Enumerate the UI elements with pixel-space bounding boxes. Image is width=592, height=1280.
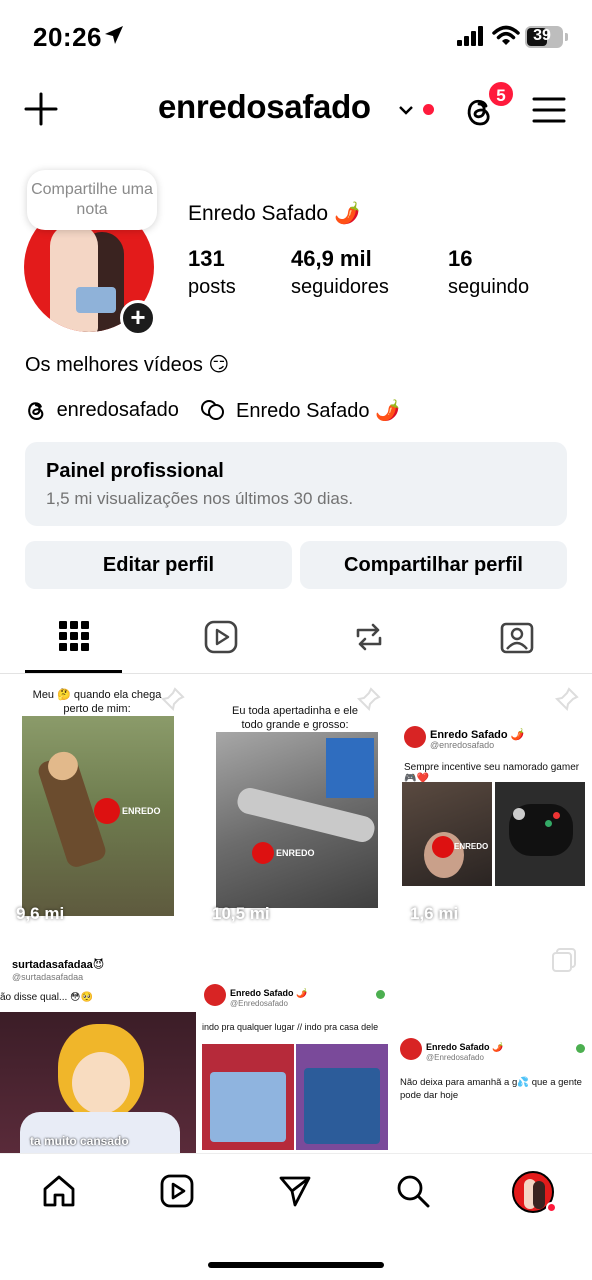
chevron-down-icon[interactable] [398, 104, 414, 116]
stat-followers[interactable]: 46,9 mil seguidores [291, 246, 389, 299]
post-thumbnail: ta muito cansado [0, 1012, 196, 1154]
threads-link-icon[interactable] [25, 399, 47, 423]
stat-posts[interactable]: 131 posts [188, 246, 236, 299]
view-count: 9,6 mi [16, 904, 65, 923]
messenger-link-icon[interactable] [200, 399, 226, 423]
create-plus-icon[interactable] [24, 92, 58, 126]
threads-link[interactable]: enredosafado [57, 399, 179, 422]
post-tile[interactable]: Enredo Safado 🌶️ @Enredosafado Não deixa… [396, 926, 592, 1154]
post-tile[interactable]: surtadasafadaa😈 @surtadasafadaa ão disse… [0, 926, 196, 1154]
view-count: 1,6 mi [410, 904, 459, 923]
reels-icon[interactable] [160, 1174, 194, 1208]
watermark-logo [94, 798, 120, 824]
home-indicator [208, 1262, 384, 1268]
author-avatar [404, 726, 426, 748]
professional-dashboard[interactable]: Painel profissional 1,5 mi visualizações… [25, 442, 567, 526]
tagged-icon[interactable] [500, 620, 534, 654]
location-arrow-icon [105, 26, 123, 44]
bottom-navigation [0, 1153, 592, 1280]
home-icon[interactable] [42, 1174, 76, 1208]
wifi-icon [492, 25, 520, 45]
dashboard-title: Painel profissional [46, 460, 224, 482]
direct-messages-icon[interactable] [278, 1174, 312, 1208]
stat-following[interactable]: 16 seguindo [448, 246, 529, 299]
watermark-logo [432, 836, 454, 858]
search-icon[interactable] [396, 1174, 430, 1208]
view-count: 10,5 mi [212, 904, 270, 923]
controller-image [495, 782, 585, 886]
status-bar: 20:26 39 [0, 0, 592, 72]
post-thumbnail: ENREDO [402, 782, 492, 886]
pin-icon [356, 687, 381, 712]
reels-icon[interactable] [204, 620, 238, 654]
battery-icon: 39 [525, 26, 563, 48]
multi-post-icon [552, 948, 576, 972]
pin-icon [554, 687, 579, 712]
profile-notification-dot [546, 1202, 557, 1213]
status-dot [576, 1044, 585, 1053]
edit-profile-button[interactable]: Editar perfil [25, 541, 292, 589]
author-avatar [400, 1038, 422, 1060]
post-thumbnail: ENREDO [22, 716, 174, 916]
add-story-plus-icon[interactable]: + [120, 300, 156, 336]
signal-icon [457, 26, 483, 46]
profile-bio: Os melhores vídeos 😏 [25, 354, 230, 376]
reposts-icon[interactable] [353, 620, 385, 654]
hamburger-menu-icon[interactable] [532, 96, 566, 124]
post-tile[interactable]: Meu 🤔 quando ela chega perto de mim: ENR… [0, 674, 196, 924]
post-tile[interactable]: Enredo Safado 🌶️ @Enredosafado indo pra … [198, 926, 394, 1154]
profile-header: enredosafado 5 [0, 80, 592, 140]
profile-links: enredosafado Enredo Safado 🌶️ [25, 398, 400, 423]
share-profile-button[interactable]: Compartilhar perfil [300, 541, 567, 589]
watermark-logo [252, 842, 274, 864]
dashboard-subtitle: 1,5 mi visualizações nos últimos 30 dias… [46, 489, 354, 508]
threads-notification-badge: 5 [487, 80, 515, 108]
post-thumbnail: ENREDO [216, 732, 378, 908]
status-time: 20:26 [33, 22, 102, 52]
status-dot [376, 990, 385, 999]
account-username[interactable]: enredosafado [158, 88, 371, 126]
grid-icon[interactable] [58, 620, 90, 652]
post-tile[interactable]: Enredo Safado 🌶️ @enredosafado Sempre in… [396, 674, 592, 924]
author-avatar [204, 984, 226, 1006]
display-name: Enredo Safado 🌶️ [188, 202, 361, 225]
note-bubble[interactable]: Compartilhe uma nota [27, 170, 157, 230]
post-thumbnail [202, 1044, 294, 1150]
facebook-link[interactable]: Enredo Safado 🌶️ [236, 398, 400, 423]
new-activity-dot [423, 104, 434, 115]
post-tile[interactable]: Eu toda apertadinha e ele todo grande e … [198, 674, 394, 924]
pin-icon [160, 687, 185, 712]
post-thumbnail [296, 1044, 388, 1150]
